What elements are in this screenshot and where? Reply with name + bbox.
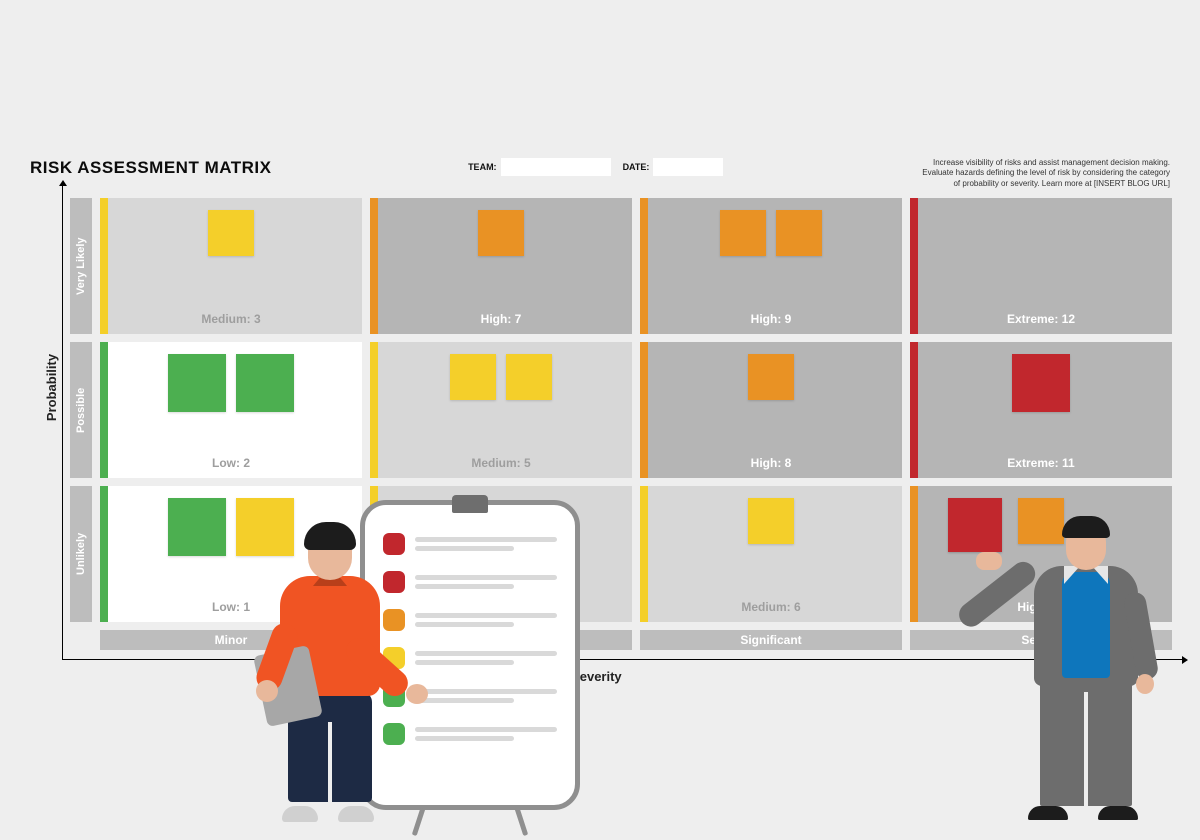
header: RISK ASSESSMENT MATRIX TEAM: DATE: Incre… [30,158,1170,189]
team-input[interactable] [501,158,611,176]
placeholder-lines [415,651,557,665]
placeholder-lines [415,575,557,589]
sticky-note-icon[interactable] [748,498,794,544]
person-presenter [258,512,408,822]
team-field: TEAM: [468,158,611,176]
sticky-note-icon[interactable] [776,210,822,256]
matrix-cell-1-1[interactable]: Medium: 5 [370,342,632,478]
matrix-cell-1-3[interactable]: Extreme: 11 [910,342,1172,478]
matrix-cell-0-3[interactable]: Extreme: 12 [910,198,1172,334]
severity-stripe [910,198,918,334]
placeholder-lines [415,727,557,741]
cell-label: Extreme: 12 [1007,312,1075,326]
cell-label: Extreme: 11 [1007,456,1074,470]
matrix-cell-0-1[interactable]: High: 7 [370,198,632,334]
cell-label: High: 7 [481,312,522,326]
placeholder-lines [415,537,557,551]
cell-label: High: 8 [751,456,792,470]
date-label: DATE: [623,162,650,172]
cell-label: Medium: 6 [741,600,800,614]
board-row-0 [383,533,557,555]
y-axis-label: Probability [44,354,59,421]
clip-icon [452,495,488,513]
row-labels: Very Likely Possible Unlikely [70,198,92,622]
matrix-row-1: Low: 2 Medium: 5 High: 8 Extreme: 11 [100,342,1172,478]
board-row-5 [383,723,557,745]
description-text: Increase visibility of risks and assist … [920,158,1170,189]
board-row-2 [383,609,557,631]
row-label-2: Unlikely [70,486,92,622]
board-legs [410,808,530,838]
page-title: RISK ASSESSMENT MATRIX [30,158,271,178]
sticky-note-icon[interactable] [168,354,226,412]
date-field: DATE: [623,158,724,176]
person-executive [1006,480,1166,820]
placeholder-lines [415,689,557,703]
sticky-note-icon[interactable] [1012,354,1070,412]
sticky-note-icon[interactable] [748,354,794,400]
placeholder-lines [415,613,557,627]
matrix-cell-1-0[interactable]: Low: 2 [100,342,362,478]
team-label: TEAM: [468,162,497,172]
meta-fields: TEAM: DATE: [468,158,723,176]
sticky-note-icon[interactable] [720,210,766,256]
date-input[interactable] [653,158,723,176]
row-label-0: Very Likely [70,198,92,334]
cell-label: Low: 1 [212,600,250,614]
matrix-cell-0-2[interactable]: High: 9 [640,198,902,334]
sticky-note-icon[interactable] [450,354,496,400]
board-row-1 [383,571,557,593]
sticky-note-icon[interactable] [208,210,254,256]
cell-label: Medium: 3 [201,312,260,326]
sticky-note-icon[interactable] [236,354,294,412]
sticky-note-icon[interactable] [168,498,226,556]
matrix-cell-0-0[interactable]: Medium: 3 [100,198,362,334]
board-row-3 [383,647,557,669]
sticky-note-icon[interactable] [478,210,524,256]
matrix-cell-2-2[interactable]: Medium: 6 [640,486,902,622]
held-sticky-icon [948,498,1002,552]
col-label-2: Significant [640,630,902,650]
cell-label: Medium: 5 [471,456,530,470]
sticky-note-icon[interactable] [506,354,552,400]
board-rows [383,533,557,787]
matrix-cell-1-2[interactable]: High: 8 [640,342,902,478]
matrix-row-0: Medium: 3 High: 7 High: 9 Extreme: 12 [100,198,1172,334]
cell-label: Low: 2 [212,456,250,470]
row-label-1: Possible [70,342,92,478]
y-axis [62,186,63,660]
cell-label: High: 9 [751,312,792,326]
